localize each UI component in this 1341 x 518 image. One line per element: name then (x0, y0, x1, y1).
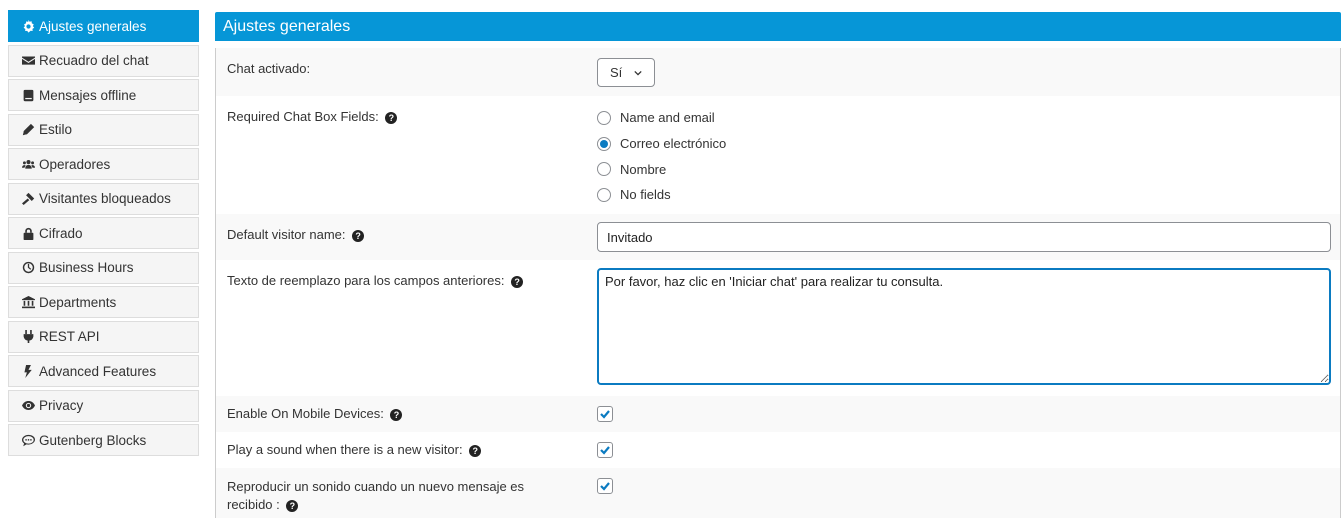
radio-button[interactable] (597, 187, 611, 202)
sidebar-item-label: REST API (39, 329, 100, 344)
mobile-checkbox[interactable] (597, 406, 613, 422)
radio-button-selected[interactable] (597, 136, 611, 151)
checkmark-icon (600, 482, 610, 491)
sidebar-item-label: Visitantes bloqueados (39, 191, 171, 206)
help-icon[interactable]: ? (286, 499, 299, 512)
sound-message-checkbox[interactable] (597, 478, 613, 494)
setting-row-replacement-text: Texto de reemplazo para los campos anter… (216, 260, 1340, 396)
setting-label: Play a sound when there is a new visitor… (227, 442, 463, 457)
comment-icon (21, 433, 35, 447)
radio-label: Name and email (620, 110, 715, 126)
sidebar-item-rest-api[interactable]: REST API (8, 320, 199, 353)
setting-label: Chat activado: (227, 61, 311, 76)
eye-icon (21, 399, 35, 413)
sidebar-item-label: Mensajes offline (39, 87, 137, 103)
setting-label: Texto de reemplazo para los campos anter… (227, 273, 505, 288)
settings-table: Chat activado: Sí Required Chat Box Fiel… (215, 48, 1341, 518)
envelope-icon (21, 54, 35, 68)
sidebar-item-advanced-features[interactable]: Advanced Features (8, 355, 199, 387)
pencil-icon (21, 123, 35, 137)
gavel-icon (21, 192, 35, 206)
help-icon[interactable]: ? (511, 275, 524, 288)
sidebar-item-label: Departments (39, 294, 117, 310)
sidebar-item-chat-box[interactable]: Recuadro del chat (8, 44, 199, 77)
setting-label: Default visitor name: (227, 227, 346, 242)
sidebar-item-label: Cifrado (39, 225, 83, 241)
sidebar-item-privacy[interactable]: Privacy (8, 389, 199, 422)
sound-visitor-checkbox[interactable] (597, 442, 613, 458)
sidebar-item-label: Estilo (39, 122, 73, 137)
radio-no-fields[interactable]: No fields (597, 182, 1340, 208)
required-fields-radio-group: Name and email Correo electrónico Nombre… (597, 96, 1340, 208)
setting-row-chat-enabled: Chat activado: Sí (216, 48, 1340, 96)
sidebar-item-label: Advanced Features (39, 363, 157, 379)
setting-row-required-fields: Required Chat Box Fields: ? Name and ema… (216, 96, 1340, 214)
radio-name[interactable]: Nombre (597, 156, 1340, 182)
settings-panel: Ajustes generales Chat activado: Sí Requ… (215, 12, 1341, 518)
gear-icon (21, 19, 35, 33)
checkmark-icon (600, 410, 610, 419)
setting-row-sound-visitor: Play a sound when there is a new visitor… (216, 432, 1340, 468)
checkmark-icon (600, 446, 610, 455)
sidebar-item-operators[interactable]: Operadores (8, 148, 199, 180)
sidebar-item-style[interactable]: Estilo (8, 113, 199, 146)
radio-name-and-email[interactable]: Name and email (597, 105, 1340, 131)
help-icon[interactable]: ? (469, 444, 482, 457)
sidebar-item-label: Ajustes generales (39, 18, 147, 34)
sidebar-item-label: Recuadro del chat (39, 53, 149, 68)
sidebar-item-label: Business Hours (39, 260, 134, 275)
setting-row-mobile: Enable On Mobile Devices: ? (216, 396, 1340, 432)
radio-label: Correo electrónico (620, 136, 727, 152)
users-icon (21, 157, 35, 171)
setting-label: Required Chat Box Fields: (227, 109, 379, 124)
setting-row-sound-message: Reproducir un sonido cuando un nuevo men… (216, 468, 1340, 518)
radio-button[interactable] (597, 110, 611, 125)
setting-label: Enable On Mobile Devices: (227, 406, 384, 421)
sidebar-item-offline-messages[interactable]: Mensajes offline (8, 79, 199, 111)
radio-email[interactable]: Correo electrónico (597, 131, 1340, 157)
default-visitor-name-input[interactable] (597, 222, 1331, 252)
setting-row-default-visitor-name: Default visitor name: ? (216, 214, 1340, 260)
help-icon[interactable]: ? (390, 408, 403, 421)
bolt-icon (21, 364, 35, 378)
sidebar-item-business-hours[interactable]: Business Hours (8, 251, 199, 284)
sidebar-item-encryption[interactable]: Cifrado (8, 217, 199, 249)
sidebar-item-label: Operadores (39, 156, 111, 172)
sidebar-item-gutenberg-blocks[interactable]: Gutenberg Blocks (8, 424, 199, 456)
bank-icon (21, 295, 35, 309)
help-icon[interactable]: ? (352, 229, 365, 242)
replacement-text-textarea[interactable]: Por favor, haz clic en 'Iniciar chat' pa… (597, 268, 1331, 385)
sidebar-item-label: Privacy (39, 398, 84, 413)
radio-label: No fields (620, 187, 671, 203)
panel-title: Ajustes generales (215, 12, 1341, 41)
sidebar-item-general-settings[interactable]: Ajustes generales (8, 10, 199, 42)
sidebar-item-blocked-visitors[interactable]: Visitantes bloqueados (8, 182, 199, 215)
radio-label: Nombre (620, 161, 667, 177)
sidebar-item-departments[interactable]: Departments (8, 286, 199, 318)
chat-enabled-select[interactable]: Sí (597, 58, 655, 87)
sidebar-item-label: Gutenberg Blocks (39, 432, 147, 448)
lock-icon (21, 226, 35, 240)
select-value: Sí (610, 65, 623, 80)
clock-icon (21, 261, 35, 275)
plug-icon (21, 330, 35, 344)
book-icon (21, 88, 35, 102)
radio-button[interactable] (597, 162, 611, 177)
chevron-down-icon (634, 70, 642, 76)
help-icon[interactable]: ? (385, 111, 398, 124)
setting-label: Reproducir un sonido cuando un nuevo men… (227, 479, 525, 512)
settings-sidebar: Ajustes generales Recuadro del chat Mens… (8, 10, 199, 459)
